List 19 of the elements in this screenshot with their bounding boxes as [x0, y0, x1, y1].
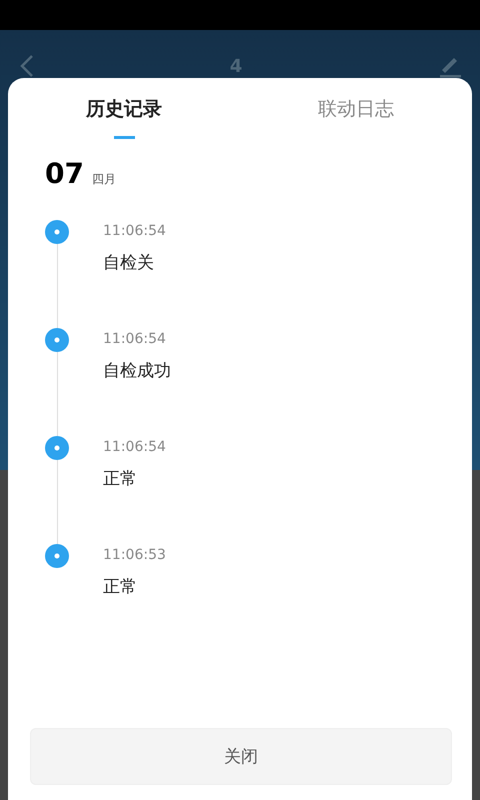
date-month: 四月 — [92, 171, 116, 188]
record-text: 自检关 — [103, 252, 155, 274]
back-icon[interactable] — [20, 54, 34, 78]
date-day: 07 — [45, 157, 84, 190]
record-text: 正常 — [103, 576, 138, 598]
tab[interactable]: 联动日志 — [240, 78, 472, 139]
timeline-dot-icon — [45, 544, 69, 568]
timeline-dot-icon — [45, 220, 69, 244]
timeline-dot-icon — [45, 436, 69, 460]
record-text: 正常 — [103, 468, 138, 490]
record-time: 11:06:54 — [103, 223, 166, 239]
record-text: 自检成功 — [103, 360, 171, 382]
record-time: 11:06:54 — [103, 331, 167, 347]
timeline-dot-icon — [45, 328, 69, 352]
record-time: 11:06:53 — [103, 547, 166, 563]
record-time: 11:06:54 — [103, 439, 166, 455]
page-title: 4 — [230, 56, 242, 76]
close-button[interactable]: 关闭 — [30, 728, 452, 785]
tab[interactable]: 历史记录 — [8, 78, 240, 139]
